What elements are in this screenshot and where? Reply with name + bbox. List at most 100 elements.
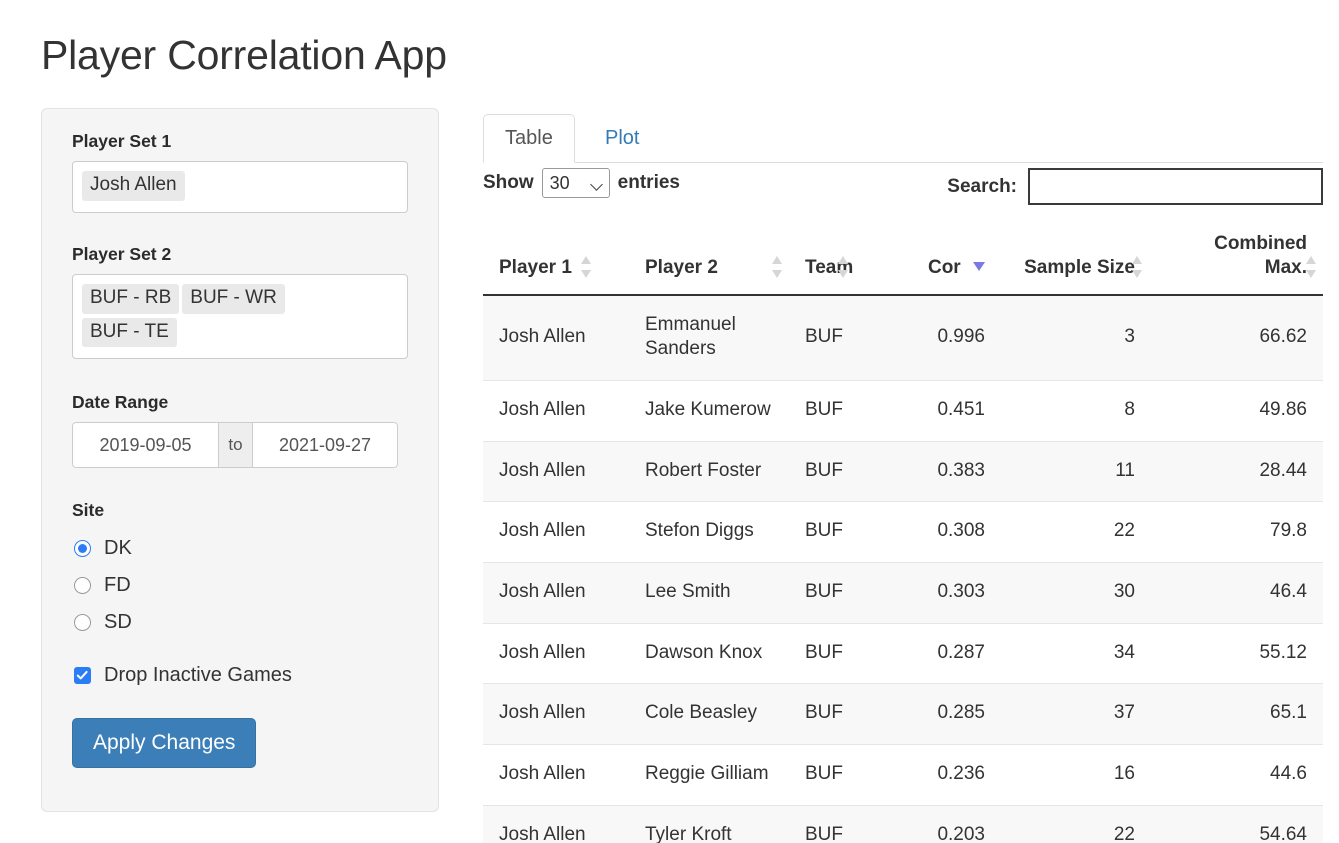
table-row: Josh Allen Jake Kumerow BUF 0.451 8 49.86 [483, 380, 1323, 442]
tab-plot[interactable]: Plot [583, 114, 661, 163]
show-entries-prefix: Show [483, 172, 534, 193]
column-header-label: Cor [927, 256, 961, 278]
cell-team: BUF [789, 501, 889, 563]
search-input[interactable] [1028, 168, 1323, 205]
cell-team: BUF [789, 623, 889, 685]
sort-toggle-icon[interactable] [1132, 255, 1143, 278]
cell-combined-max: 49.86 [1151, 380, 1323, 442]
cell-sample-size: 37 [1001, 683, 1151, 745]
radio-icon-selected[interactable] [74, 540, 91, 558]
cell-player-1: Josh Allen [483, 744, 629, 806]
cell-team: BUF [789, 744, 889, 806]
player-token[interactable]: BUF - WR [182, 283, 285, 314]
cell-player-1: Josh Allen [483, 562, 629, 624]
player-set-1-label: Player Set 1 [72, 131, 172, 151]
apply-changes-button[interactable]: Apply Changes [72, 718, 257, 769]
player-set-1-input[interactable]: Josh Allen [72, 161, 408, 213]
sort-toggle-icon[interactable] [581, 255, 592, 278]
cell-team: BUF [789, 380, 889, 442]
player-token[interactable]: BUF - TE [82, 317, 177, 348]
cell-player-1: Josh Allen [483, 441, 629, 503]
sort-descending-icon[interactable] [973, 261, 985, 271]
cell-player-2: Lee Smith [629, 562, 789, 624]
column-header-label: Sample Size [1024, 256, 1135, 278]
cell-player-2: Robert Foster [629, 441, 789, 503]
cell-player-1: Josh Allen [483, 501, 629, 563]
player-set-2-input[interactable]: BUF - RB BUF - WR BUF - TE [72, 273, 408, 360]
player-token[interactable]: Josh Allen [82, 171, 185, 201]
column-header-combined-max[interactable]: Combined Max. [1151, 220, 1323, 296]
site-radio-label: FD [104, 574, 131, 597]
site-radio-dk[interactable]: DK [74, 530, 408, 567]
cell-player-1: Josh Allen [483, 380, 629, 442]
column-header-label: Player 1 [499, 256, 572, 278]
cell-cor: 0.308 [889, 501, 1001, 563]
cell-player-2: Cole Beasley [629, 683, 789, 745]
cell-combined-max: 65.1 [1151, 683, 1323, 745]
player-set-2-label: Player Set 2 [72, 243, 172, 264]
column-header-sample-size[interactable]: Sample Size [1001, 220, 1151, 296]
cell-combined-max: 54.64 [1151, 805, 1323, 843]
cell-player-1: Josh Allen [483, 683, 629, 745]
cell-cor: 0.383 [889, 441, 1001, 503]
date-start-input[interactable]: 2019-09-05 [72, 422, 218, 469]
cell-player-1: Josh Allen [483, 294, 629, 381]
cell-player-2: Jake Kumerow [629, 380, 789, 442]
site-radio-label: SD [104, 611, 132, 634]
page-title: Player Correlation App [41, 32, 447, 78]
site-label: Site [72, 500, 105, 521]
cell-team: BUF [789, 683, 889, 745]
sort-toggle-icon[interactable] [838, 255, 849, 278]
column-header-label: Combined Max. [1214, 233, 1307, 278]
cell-sample-size: 16 [1001, 744, 1151, 806]
cell-combined-max: 55.12 [1151, 623, 1323, 685]
table-row: Josh Allen Lee Smith BUF 0.303 30 46.4 [483, 562, 1323, 624]
date-range-group[interactable]: 2019-09-05 to 2021-09-27 [72, 422, 398, 469]
column-header-player-1[interactable]: Player 1 [483, 220, 629, 296]
site-radio-sd[interactable]: SD [74, 604, 408, 641]
date-end-input[interactable]: 2021-09-27 [253, 422, 398, 469]
player-token[interactable]: BUF - RB [82, 283, 180, 314]
column-header-player-2[interactable]: Player 2 [629, 220, 789, 296]
tab-bar: Table Plot [483, 108, 1323, 163]
site-radio-label: DK [104, 537, 132, 560]
cell-player-2: Emmanuel Sanders [629, 294, 789, 381]
entries-per-page-select[interactable]: 30 [541, 168, 610, 198]
cell-cor: 0.996 [889, 294, 1001, 381]
cell-cor: 0.285 [889, 683, 1001, 745]
radio-icon[interactable] [74, 577, 91, 595]
table-body: Josh Allen Emmanuel Sanders BUF 0.996 3 66.62… [483, 294, 1323, 843]
table-row: Josh Allen Tyler Kroft BUF 0.203 22 54.64 [483, 805, 1323, 843]
drop-inactive-games-row[interactable]: Drop Inactive Games [74, 658, 408, 692]
show-entries-suffix: entries [617, 172, 680, 193]
main-content: Table Plot Show 30 entries Search: Playe… [483, 108, 1323, 843]
drop-inactive-games-label: Drop Inactive Games [104, 663, 292, 686]
cell-player-2: Dawson Knox [629, 623, 789, 685]
cell-combined-max: 66.62 [1151, 294, 1323, 381]
tab-table[interactable]: Table [483, 114, 575, 163]
checkbox-checked-icon[interactable] [74, 666, 91, 684]
cell-sample-size: 11 [1001, 441, 1151, 503]
cell-combined-max: 44.6 [1151, 744, 1323, 806]
cell-sample-size: 34 [1001, 623, 1151, 685]
app-root: Player Correlation App Player Set 1 Josh… [0, 0, 1339, 843]
entries-per-page-value: 30 [549, 173, 570, 193]
cell-sample-size: 22 [1001, 501, 1151, 563]
cell-team: BUF [789, 562, 889, 624]
table-row: Josh Allen Cole Beasley BUF 0.285 37 65.1 [483, 683, 1323, 745]
sort-toggle-icon[interactable] [1306, 255, 1317, 278]
table-row: Josh Allen Emmanuel Sanders BUF 0.996 3 66.62 [483, 294, 1323, 381]
chevron-down-icon [589, 178, 603, 191]
search-group: Search: [947, 168, 1323, 205]
cell-player-2: Reggie Gilliam [629, 744, 789, 806]
radio-icon[interactable] [74, 614, 91, 632]
cell-team: BUF [789, 441, 889, 503]
filter-sidebar: Player Set 1 Josh Allen Player Set 2 BUF… [41, 108, 439, 812]
table-row: Josh Allen Stefon Diggs BUF 0.308 22 79.8 [483, 501, 1323, 563]
cell-player-2: Stefon Diggs [629, 501, 789, 563]
column-header-team[interactable]: Team [789, 220, 889, 296]
column-header-cor[interactable]: Cor [889, 220, 1001, 296]
site-radio-fd[interactable]: FD [74, 567, 408, 604]
cell-cor: 0.451 [889, 380, 1001, 442]
sort-toggle-icon[interactable] [772, 255, 783, 278]
